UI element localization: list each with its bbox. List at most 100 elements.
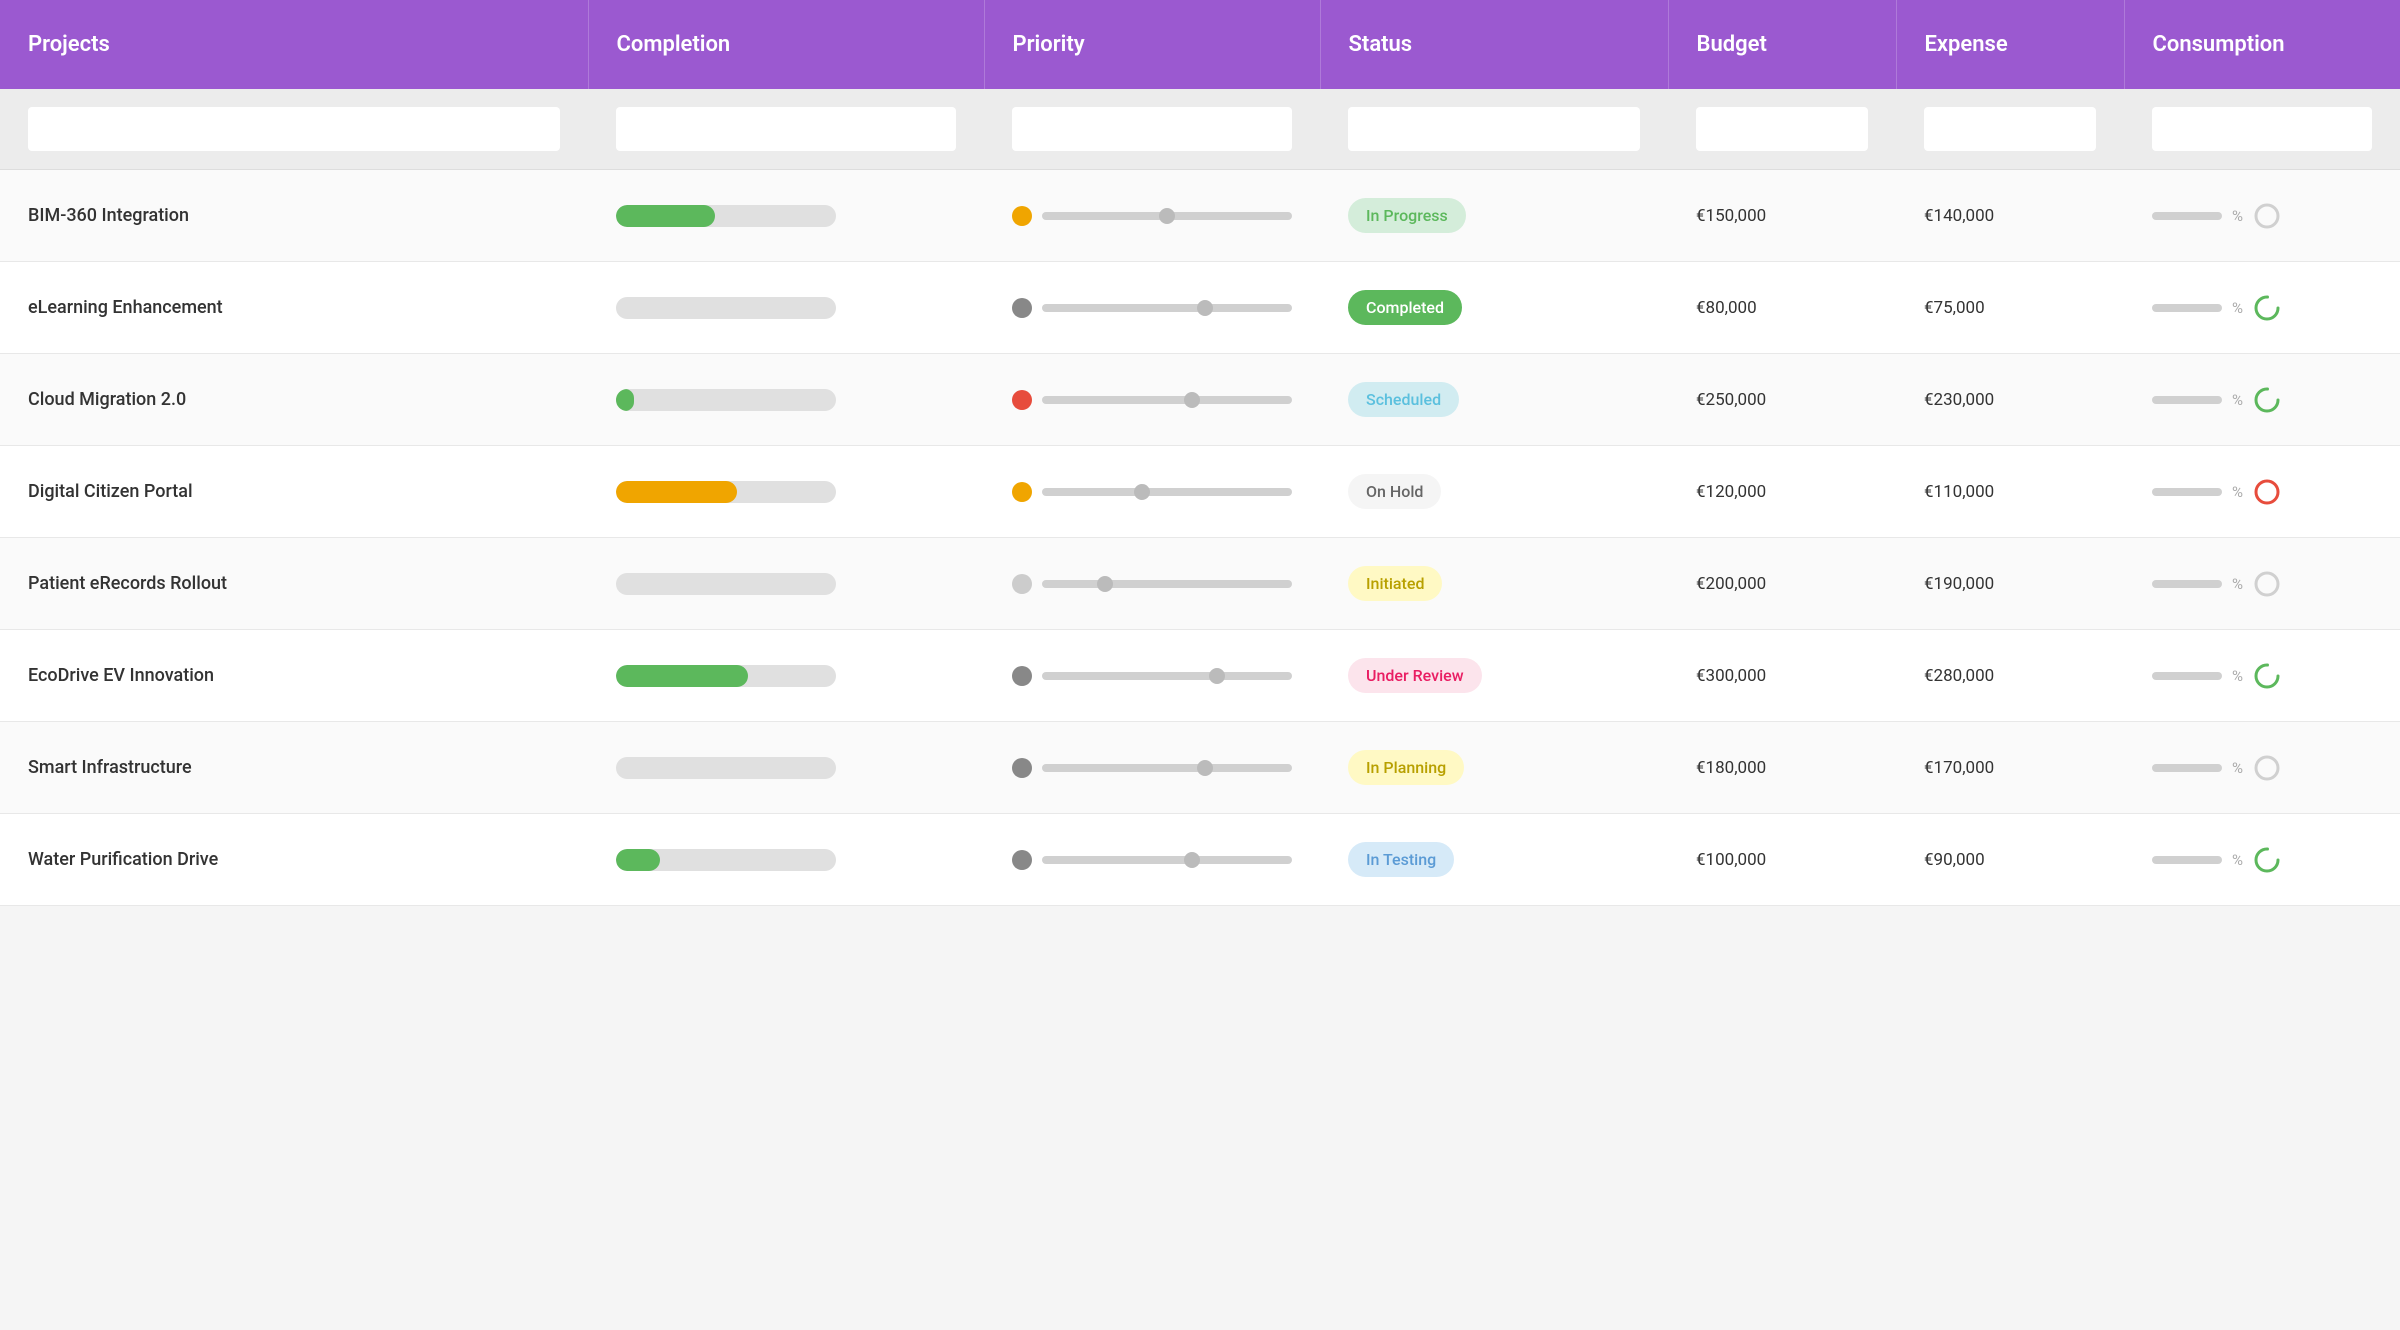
consumption-track (2152, 396, 2222, 404)
completion-bar (616, 297, 836, 319)
priority-slider[interactable] (1042, 304, 1292, 312)
table-row: eLearning EnhancementCompleted€80,000€75… (0, 262, 2400, 354)
col-header-priority: Priority (984, 0, 1320, 89)
budget-value: €100,000 (1696, 850, 1766, 870)
priority-dot (1012, 482, 1032, 502)
col-header-completion: Completion (588, 0, 984, 89)
priority-wrap (1012, 666, 1292, 686)
filter-input-col-expense[interactable] (1924, 107, 2096, 151)
status-badge: Initiated (1348, 566, 1442, 601)
completion-bar-fill (616, 481, 737, 503)
completion-bar (616, 205, 836, 227)
completion-bar-fill (616, 849, 660, 871)
projects-table-wrapper: Projects Completion Priority Status Budg… (0, 0, 2400, 906)
consumption-wrap: % (2152, 202, 2372, 230)
consumption-pct: % (2232, 759, 2243, 777)
table-row: Patient eRecords RolloutInitiated€200,00… (0, 538, 2400, 630)
status-badge: Scheduled (1348, 382, 1459, 417)
budget-value: €250,000 (1696, 390, 1766, 410)
priority-slider[interactable] (1042, 856, 1292, 864)
status-badge: Completed (1348, 290, 1462, 325)
project-name: Digital Citizen Portal (28, 481, 193, 502)
table-row: Water Purification DriveIn Testing€100,0… (0, 814, 2400, 906)
filter-input-col-status[interactable] (1348, 107, 1640, 151)
priority-slider[interactable] (1042, 672, 1292, 680)
consumption-pct: % (2232, 667, 2243, 685)
priority-dot (1012, 758, 1032, 778)
expense-value: €230,000 (1924, 390, 1994, 410)
consumption-wrap: % (2152, 570, 2372, 598)
priority-thumb (1134, 484, 1150, 500)
consumption-track (2152, 304, 2222, 312)
expense-value: €280,000 (1924, 666, 1994, 686)
status-badge: On Hold (1348, 474, 1441, 509)
priority-thumb (1197, 300, 1213, 316)
priority-wrap (1012, 482, 1292, 502)
consumption-track (2152, 672, 2222, 680)
budget-value: €120,000 (1696, 482, 1766, 502)
priority-slider[interactable] (1042, 764, 1292, 772)
expense-value: €170,000 (1924, 758, 1994, 778)
priority-wrap (1012, 850, 1292, 870)
completion-bar (616, 665, 836, 687)
col-header-budget: Budget (1668, 0, 1896, 89)
priority-dot (1012, 298, 1032, 318)
completion-bar-fill (616, 205, 715, 227)
filter-input-col-consumption[interactable] (2152, 107, 2372, 151)
priority-dot (1012, 666, 1032, 686)
table-row: Smart InfrastructureIn Planning€180,000€… (0, 722, 2400, 814)
consumption-icon (2253, 846, 2281, 874)
filter-row (0, 89, 2400, 170)
expense-value: €110,000 (1924, 482, 1994, 502)
priority-slider[interactable] (1042, 212, 1292, 220)
priority-slider[interactable] (1042, 396, 1292, 404)
col-header-consumption: Consumption (2124, 0, 2400, 89)
completion-bar-fill (616, 389, 634, 411)
consumption-wrap: % (2152, 754, 2372, 782)
priority-wrap (1012, 390, 1292, 410)
consumption-track (2152, 764, 2222, 772)
consumption-icon (2253, 570, 2281, 598)
expense-value: €140,000 (1924, 206, 1994, 226)
header-row: Projects Completion Priority Status Budg… (0, 0, 2400, 89)
table-row: Digital Citizen Portal On Hold €120,000 €11… (0, 446, 2400, 538)
consumption-pct: % (2232, 575, 2243, 593)
consumption-icon (2253, 202, 2281, 230)
consumption-pct: % (2232, 851, 2243, 869)
expense-value: €75,000 (1924, 298, 1985, 318)
budget-value: €150,000 (1696, 206, 1766, 226)
filter-input-col-budget[interactable] (1696, 107, 1868, 151)
consumption-track (2152, 488, 2222, 496)
filter-input-col-completion[interactable] (616, 107, 956, 151)
project-name: eLearning Enhancement (28, 297, 223, 318)
priority-slider[interactable] (1042, 488, 1292, 496)
table-row: EcoDrive EV InnovationUnder Review€300,0… (0, 630, 2400, 722)
consumption-icon (2253, 386, 2281, 414)
consumption-icon (2253, 662, 2281, 690)
priority-dot (1012, 206, 1032, 226)
table-row: Cloud Migration 2.0Scheduled€250,000€230… (0, 354, 2400, 446)
expense-value: €90,000 (1924, 850, 1985, 870)
col-header-expense: Expense (1896, 0, 2124, 89)
status-badge: In Progress (1348, 198, 1466, 233)
consumption-track (2152, 212, 2222, 220)
priority-wrap (1012, 758, 1292, 778)
priority-dot (1012, 574, 1032, 594)
consumption-pct: % (2232, 483, 2243, 501)
budget-value: €300,000 (1696, 666, 1766, 686)
col-header-project: Projects (0, 0, 588, 89)
priority-dot (1012, 390, 1032, 410)
priority-thumb (1209, 668, 1225, 684)
priority-thumb (1184, 852, 1200, 868)
project-name: Smart Infrastructure (28, 757, 192, 778)
completion-bar-fill (616, 665, 748, 687)
completion-bar (616, 389, 836, 411)
project-name: BIM-360 Integration (28, 205, 189, 226)
priority-wrap (1012, 206, 1292, 226)
filter-input-col-project[interactable] (28, 107, 560, 151)
priority-slider[interactable] (1042, 580, 1292, 588)
filter-input-col-priority[interactable] (1012, 107, 1292, 151)
completion-bar (616, 573, 836, 595)
consumption-wrap: % (2152, 478, 2372, 506)
consumption-pct: % (2232, 391, 2243, 409)
